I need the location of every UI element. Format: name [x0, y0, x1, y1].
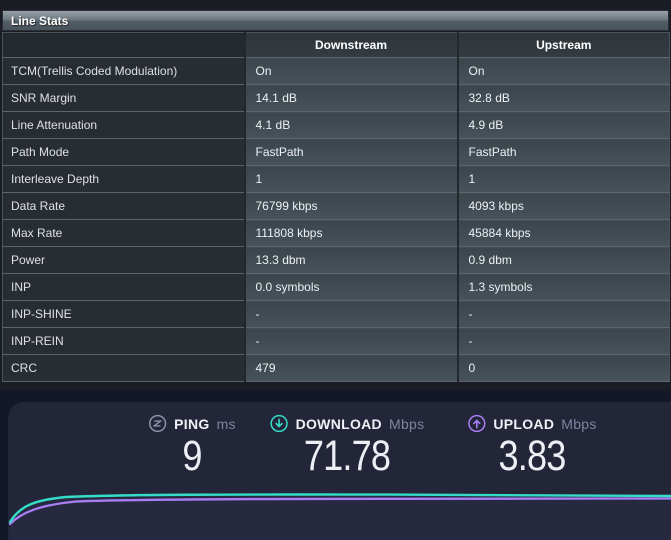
router-status-page: Line Stats Downstream Upstream TCM(Trell… — [0, 0, 671, 540]
row-label: Interleave Depth — [2, 165, 245, 193]
line-stats-header-bar: Line Stats — [2, 10, 669, 31]
upload-unit: Mbps — [561, 415, 597, 432]
row-label: INP — [2, 273, 245, 301]
row-label: Max Rate — [2, 219, 245, 247]
downstream-value: FastPath — [243, 138, 458, 166]
upstream-value: 0.9 dbm — [456, 246, 670, 274]
row-label: Path Mode — [2, 138, 245, 166]
ping-value: 9 — [182, 432, 202, 480]
table-row: SNR Margin 14.1 dB 32.8 dB — [2, 84, 670, 112]
upload-label: UPLOAD — [493, 415, 555, 432]
ping-icon — [148, 414, 167, 433]
upstream-value: FastPath — [456, 138, 670, 166]
download-arrow-icon — [270, 414, 288, 433]
download-label-row: DOWNLOAD Mbps — [270, 414, 425, 433]
table-header-row: Downstream Upstream — [2, 32, 670, 58]
page-title: Line Stats — [11, 13, 69, 28]
downstream-value: 13.3 dbm — [243, 246, 458, 274]
ping-label-row: PING ms — [148, 414, 236, 433]
table-row: Power 13.3 dbm 0.9 dbm — [2, 246, 670, 274]
line-stats-table: Downstream Upstream TCM(Trellis Coded Mo… — [2, 32, 670, 382]
downstream-value: 4.1 dB — [243, 111, 458, 139]
upstream-value: 4093 kbps — [456, 192, 670, 220]
downstream-value: 14.1 dB — [243, 84, 458, 112]
ping-label: PING — [174, 415, 210, 432]
line-stats-tbody: TCM(Trellis Coded Modulation) On On SNR Mar… — [2, 57, 670, 382]
downstream-value: 111808 kbps — [243, 219, 458, 247]
upload-arrow-icon — [468, 414, 486, 433]
download-unit: Mbps — [388, 415, 425, 432]
row-label: Power — [2, 246, 245, 274]
row-label: Line Attenuation — [2, 111, 245, 139]
downstream-value: - — [243, 327, 458, 355]
table-row: Max Rate 111808 kbps 45884 kbps — [2, 219, 670, 247]
ping-unit: ms — [216, 415, 236, 432]
row-label: TCM(Trellis Coded Modulation) — [2, 57, 245, 85]
table-row: INP-SHINE - - — [2, 300, 670, 328]
corner-cell — [2, 32, 245, 58]
download-metric: DOWNLOAD Mbps 71.78 — [270, 414, 425, 478]
download-label: DOWNLOAD — [295, 415, 382, 432]
table-row: CRC 479 0 — [2, 354, 670, 382]
line-stats-section: Line Stats Downstream Upstream TCM(Trell… — [0, 0, 671, 391]
downstream-value: - — [243, 300, 458, 328]
table-row: Interleave Depth 1 1 — [2, 165, 670, 193]
upload-label-row: UPLOAD Mbps — [467, 414, 596, 433]
table-row: Data Rate 76799 kbps 4093 kbps — [2, 192, 670, 220]
upstream-value: On — [456, 57, 670, 85]
row-label: SNR Margin — [2, 84, 245, 112]
row-label: Data Rate — [2, 192, 245, 220]
downstream-value: 479 — [243, 354, 458, 382]
table-row: INP 0.0 symbols 1.3 symbols — [2, 273, 670, 301]
upstream-value: 45884 kbps — [456, 219, 670, 247]
ping-metric: PING ms 9 — [148, 414, 236, 478]
column-header-downstream: Downstream — [243, 32, 458, 58]
speedtest-panel: PING ms 9 DOWNLOAD Mbps 71.78 UPLOAD Mbp… — [8, 402, 671, 540]
upstream-value: 0 — [456, 354, 670, 382]
row-label: CRC — [2, 354, 245, 382]
column-header-upstream: Upstream — [456, 32, 670, 58]
downstream-value: 1 — [243, 165, 458, 193]
upstream-value: 4.9 dB — [456, 111, 670, 139]
downstream-value: 0.0 symbols — [243, 273, 458, 301]
upload-metric: UPLOAD Mbps 3.83 — [467, 414, 596, 478]
table-row: TCM(Trellis Coded Modulation) On On — [2, 57, 670, 85]
downstream-value: 76799 kbps — [243, 192, 458, 220]
upload-value: 3.83 — [498, 432, 567, 480]
upstream-value: - — [456, 327, 670, 355]
upstream-value: - — [456, 300, 670, 328]
table-row: INP-REIN - - — [2, 327, 670, 355]
table-row: Path Mode FastPath FastPath — [2, 138, 670, 166]
upstream-value: 1.3 symbols — [456, 273, 670, 301]
download-value: 71.78 — [303, 432, 391, 480]
table-row: Line Attenuation 4.1 dB 4.9 dB — [2, 111, 670, 139]
upstream-value: 1 — [456, 165, 670, 193]
upstream-value: 32.8 dB — [456, 84, 670, 112]
downstream-value: On — [243, 57, 458, 85]
row-label: INP-REIN — [2, 327, 245, 355]
row-label: INP-SHINE — [2, 300, 245, 328]
